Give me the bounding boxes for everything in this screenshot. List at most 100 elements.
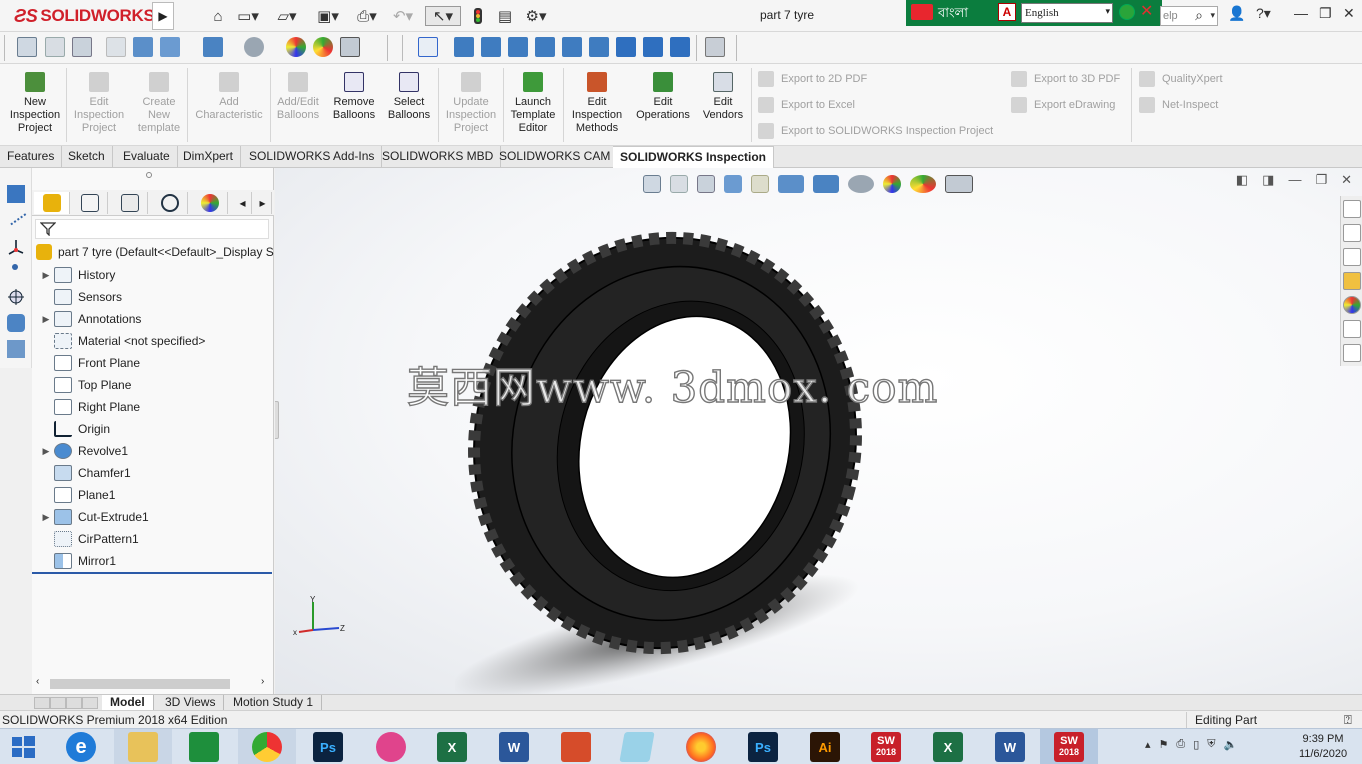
tab-scroll-left[interactable]: ◂ xyxy=(234,192,252,214)
graphics-area[interactable]: ◧ ◨ — ❐ ✕ 莫西网www. 3dmox. com Y Z x xyxy=(275,168,1362,694)
search-icon[interactable]: ⌕ xyxy=(1195,7,1203,24)
design-library-icon[interactable] xyxy=(1343,224,1361,242)
dynamic-annotation-icon[interactable] xyxy=(106,37,126,57)
rollback-bar[interactable] xyxy=(32,572,272,574)
model-tab-navigation[interactable] xyxy=(34,697,98,709)
edit-inspection-project-button[interactable]: Edit Inspection Project xyxy=(70,72,128,135)
custom-properties-icon[interactable] xyxy=(1343,320,1361,338)
save-icon[interactable]: ▣▾ xyxy=(311,6,345,26)
tree-item-cut-extrude1[interactable]: ▶ Cut-Extrude1 xyxy=(32,507,272,527)
close-icon[interactable]: ✕ xyxy=(1343,5,1355,22)
measure-tool-icon[interactable] xyxy=(705,37,725,57)
view-orientation-icon[interactable] xyxy=(778,175,804,193)
viewport-next-icon[interactable]: ◨ xyxy=(1262,172,1274,188)
tab-cam[interactable]: SOLIDWORKS CAM xyxy=(492,146,619,168)
sketch-entity-icon[interactable] xyxy=(7,185,25,203)
display-monitor-icon[interactable] xyxy=(340,37,360,57)
select-balloons-button[interactable]: Select Balloons xyxy=(383,72,435,122)
expand-arrow-icon[interactable]: ▶ xyxy=(32,314,54,325)
expand-arrow-icon[interactable]: ▶ xyxy=(32,270,54,281)
previous-view-icon[interactable] xyxy=(697,175,715,193)
tab-dimxpert[interactable]: DimXpert xyxy=(176,146,242,168)
export-2d-pdf-button[interactable]: Export to 2D PDF xyxy=(758,71,867,87)
rebuild-icon[interactable] xyxy=(470,6,486,26)
excel-icon[interactable]: X xyxy=(437,732,467,762)
chevron-down-icon[interactable]: ▾ xyxy=(1210,10,1215,21)
tree-item-front-plane[interactable]: Front Plane xyxy=(32,353,272,373)
file-properties-icon[interactable]: ▤ xyxy=(494,6,516,26)
file-explorer-icon[interactable] xyxy=(128,732,158,762)
next-tab-icon[interactable] xyxy=(66,697,82,709)
tyre-model[interactable] xyxy=(455,228,905,694)
tree-item-origin[interactable]: Origin xyxy=(32,419,272,439)
display-style-icon[interactable] xyxy=(160,37,180,57)
shield-icon[interactable]: ⛨ xyxy=(1207,738,1215,751)
hide-show-icon[interactable] xyxy=(203,37,223,57)
menu-expand-arrow-icon[interactable]: ▶ xyxy=(152,2,174,30)
appearances-icon[interactable] xyxy=(1343,296,1361,314)
print-icon[interactable]: ⎙▾ xyxy=(350,6,384,26)
export-excel-button[interactable]: Export to Excel xyxy=(758,97,855,113)
scrollbar-thumb[interactable] xyxy=(50,679,230,689)
word-2-icon[interactable]: W xyxy=(995,732,1025,762)
store-icon[interactable] xyxy=(189,732,219,762)
feature-tree-root[interactable]: part 7 tyre (Default<<Default>_Display S xyxy=(36,244,274,260)
word-icon[interactable]: W xyxy=(499,732,529,762)
tab-property-manager[interactable] xyxy=(72,192,108,214)
excel-2-icon[interactable]: X xyxy=(933,732,963,762)
feature-tree-scrollbar[interactable]: ‹ › xyxy=(32,676,272,692)
tree-item-top-plane[interactable]: Top Plane xyxy=(32,375,272,395)
forum-icon[interactable] xyxy=(1343,344,1361,362)
internet-explorer-icon[interactable]: e xyxy=(66,732,96,762)
edit-appearance-icon[interactable] xyxy=(883,175,901,193)
home-icon[interactable] xyxy=(1343,200,1361,218)
zoom-area-icon[interactable] xyxy=(45,37,65,57)
point-icon[interactable] xyxy=(12,264,18,270)
printer-tray-icon[interactable]: ⎙ xyxy=(1176,738,1185,751)
edit-inspection-methods-button[interactable]: Edit Inspection Methods xyxy=(566,72,628,135)
expand-arrow-icon[interactable]: ▶ xyxy=(32,512,54,523)
open-icon[interactable]: ▱▾ xyxy=(270,6,304,26)
update-inspection-project-button[interactable]: Update Inspection Project xyxy=(442,72,500,135)
viewport-minimize-icon[interactable]: — xyxy=(1288,172,1301,188)
minimize-icon[interactable]: — xyxy=(1294,5,1308,21)
tab-dimxpert-manager[interactable] xyxy=(152,192,188,214)
photoshop-icon[interactable]: Ps xyxy=(313,732,343,762)
viewport-close-icon[interactable]: ✕ xyxy=(1341,172,1352,188)
tab-display-manager[interactable] xyxy=(192,192,228,214)
scene-icon[interactable] xyxy=(286,37,306,57)
help-icon[interactable]: ?▾ xyxy=(1256,5,1271,22)
hide-show-icon[interactable] xyxy=(848,175,874,193)
view-palette-icon[interactable] xyxy=(1343,272,1361,290)
tab-scroll-right[interactable]: ▸ xyxy=(254,192,272,214)
top-view-icon[interactable] xyxy=(562,37,582,57)
prev-tab-icon[interactable] xyxy=(50,697,66,709)
panel-grip-icon[interactable] xyxy=(146,172,152,178)
expand-arrow-icon[interactable]: ▶ xyxy=(32,446,54,457)
outlook-app-icon[interactable] xyxy=(561,732,591,762)
apply-scene-icon[interactable] xyxy=(910,175,936,193)
tree-item-mirror1[interactable]: Mirror1 xyxy=(32,551,272,571)
view-settings-icon[interactable] xyxy=(945,175,973,193)
illustrator-icon[interactable]: Ai xyxy=(810,732,840,762)
qualityxpert-button[interactable]: QualityXpert xyxy=(1139,71,1223,87)
system-clock[interactable]: 9:39 PM 11/6/2020 xyxy=(1290,732,1356,762)
language-select[interactable]: English ▾ xyxy=(1021,3,1113,23)
tab-sketch[interactable]: Sketch xyxy=(61,146,113,168)
feature-filter-input[interactable] xyxy=(35,219,269,239)
right-view-icon[interactable] xyxy=(535,37,555,57)
viewport-restore-icon[interactable]: ❐ xyxy=(1315,172,1327,188)
last-tab-icon[interactable] xyxy=(82,697,98,709)
firefox-icon[interactable] xyxy=(686,732,716,762)
language-close-icon[interactable]: ✕ xyxy=(1140,1,1153,21)
export-edrawing-button[interactable]: Export eDrawing xyxy=(1011,97,1115,113)
add-edit-balloons-button[interactable]: Add/Edit Balloons xyxy=(272,72,324,122)
zoom-fit-icon[interactable] xyxy=(17,37,37,57)
tab-inspection[interactable]: SOLIDWORKS Inspection xyxy=(613,146,775,168)
zoom-area-icon[interactable] xyxy=(670,175,688,193)
language-ok-icon[interactable] xyxy=(1119,4,1135,20)
solidworks-2018-active-icon[interactable]: SW 2018 xyxy=(1054,732,1084,762)
restore-icon[interactable]: ❐ xyxy=(1319,5,1332,22)
create-new-template-button[interactable]: Create New template xyxy=(130,72,188,135)
first-tab-icon[interactable] xyxy=(34,697,50,709)
